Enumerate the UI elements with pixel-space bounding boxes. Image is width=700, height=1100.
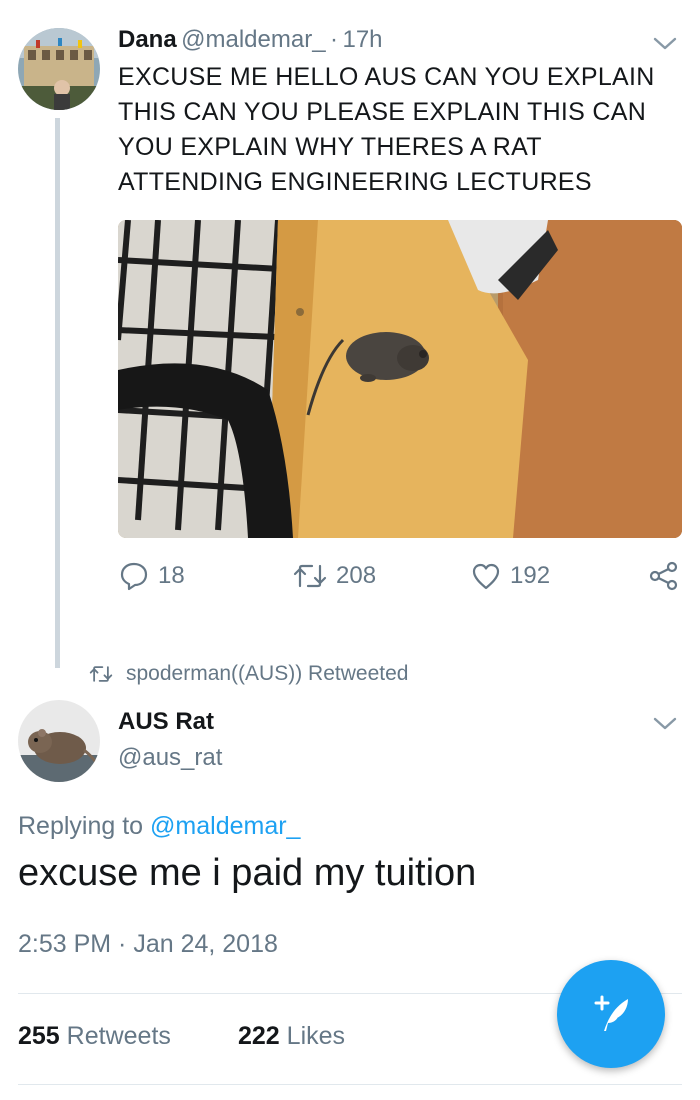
likes-stat[interactable]: 222 Likes — [238, 1022, 345, 1050]
share-button[interactable] — [648, 560, 680, 597]
tweet-photo[interactable] — [118, 220, 682, 538]
chevron-down-icon — [653, 37, 677, 50]
time-separator: · — [330, 26, 339, 53]
retweet-icon — [89, 666, 113, 682]
replying-handle-link[interactable]: @maldemar_ — [150, 812, 300, 840]
reply-icon — [120, 562, 148, 591]
chevron-down-icon — [653, 717, 677, 730]
retweet-notice-text: spoderman((AUS)) Retweeted — [126, 662, 409, 685]
author-handle[interactable]: @maldemar_ — [181, 26, 325, 53]
divider-bottom — [18, 1084, 682, 1085]
reply-more-options-button[interactable] — [650, 708, 680, 738]
retweets-count: 255 — [18, 1022, 60, 1050]
like-button[interactable]: 192 — [470, 560, 550, 592]
replying-prefix: Replying to — [18, 812, 144, 840]
retweet-count: 208 — [336, 562, 377, 589]
compose-tweet-button[interactable] — [557, 960, 665, 1068]
reply-button[interactable]: 18 — [118, 560, 185, 592]
retweet-icon — [293, 564, 327, 588]
thread-connector — [55, 118, 60, 668]
likes-count: 222 — [238, 1022, 280, 1050]
compose-tweet-icon — [594, 995, 628, 1031]
likes-label: Likes — [286, 1022, 346, 1050]
reply-author-handle[interactable]: @aus_rat — [118, 744, 222, 772]
tweet-text: EXCUSE ME HELLO AUS CAN YOU EXPLAIN THIS… — [118, 63, 655, 196]
retweets-stat[interactable]: 255 Retweets — [18, 1022, 171, 1050]
share-icon — [649, 561, 678, 591]
reply-author-name[interactable]: AUS Rat — [118, 708, 214, 736]
avatar-aus-rat[interactable] — [18, 700, 100, 782]
avatar-dana[interactable] — [18, 28, 100, 110]
retweet-notice[interactable]: spoderman((AUS)) Retweeted — [88, 662, 408, 686]
retweets-label: Retweets — [66, 1022, 171, 1050]
tweet-time: 17h — [342, 26, 383, 53]
reply-timestamp: 2:53 PM · Jan 24, 2018 — [18, 930, 278, 958]
reply-text: excuse me i paid my tuition — [18, 852, 477, 894]
heart-icon — [472, 563, 500, 590]
reply-count: 18 — [158, 562, 185, 589]
retweet-button[interactable]: 208 — [292, 560, 376, 592]
more-options-button[interactable] — [650, 28, 680, 58]
author-name[interactable]: Dana — [118, 26, 177, 53]
like-count: 192 — [510, 562, 551, 589]
replying-to: Replying to @maldemar_ — [18, 812, 300, 841]
